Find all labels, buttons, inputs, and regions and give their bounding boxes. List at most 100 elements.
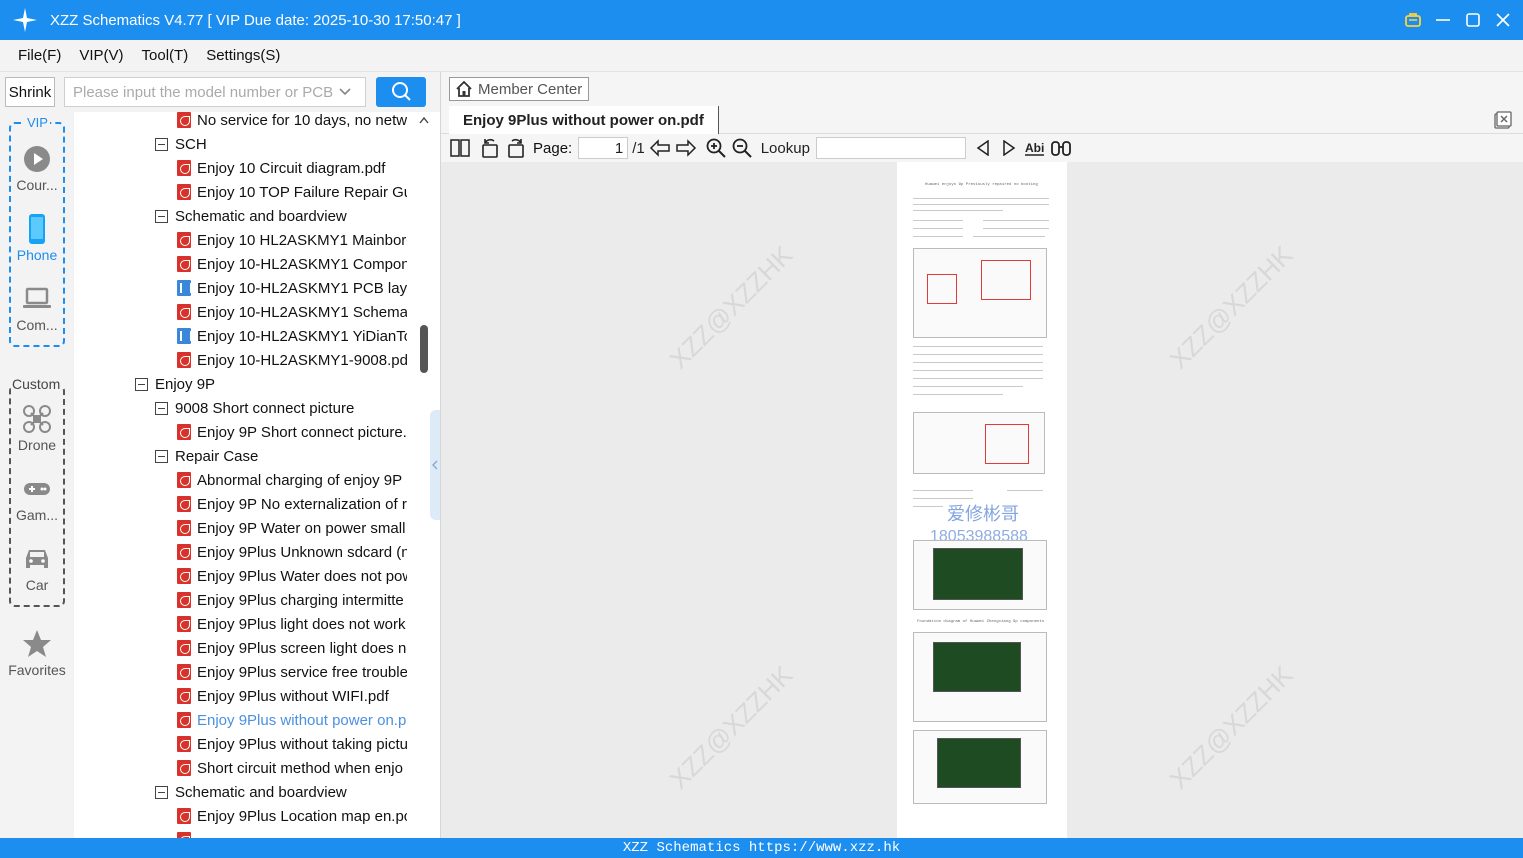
collapse-toggle-icon[interactable] [155,449,168,463]
tab-document[interactable]: Enjoy 9Plus without power on.pdf [449,106,719,134]
highlight-trace [985,424,1029,464]
text-line [913,386,1023,387]
pdf-file-icon [177,304,191,320]
maximize-icon[interactable] [1463,10,1483,30]
watermark-text: XZZ@XZZHK [1163,659,1299,795]
close-tab-icon[interactable] [1493,110,1513,130]
lookup-input[interactable] [815,137,966,159]
category-course[interactable]: Cour... [0,144,74,193]
member-center-button[interactable]: Member Center [449,77,589,101]
pcb-file-icon [177,328,192,344]
search-combobox[interactable] [64,77,366,107]
shrink-button[interactable]: Shrink [5,77,55,107]
tree-item[interactable]: No service for 10 days, no netwo [177,112,407,132]
binoculars-icon[interactable] [1050,137,1072,159]
find-next-icon[interactable] [998,137,1020,159]
tree-item[interactable]: Enjoy 9Plus light does not work [177,612,407,636]
highlight-trace [927,274,957,304]
tree-folder[interactable]: 9008 Short connect picture [155,396,354,420]
zoom-out-icon[interactable] [731,137,753,159]
tree-item[interactable]: Enjoy 9P Short connect picture. [177,420,407,444]
rotate-left-icon[interactable] [479,137,501,159]
tree-item-selected[interactable]: Enjoy 9Plus without power on.p [177,708,407,732]
tree-item[interactable]: Enjoy 9Plus charging intermitte [177,588,407,612]
tree-item[interactable]: Enjoy 9Plus Unknown sdcard (n [177,540,407,564]
category-game[interactable]: Gam... [0,474,74,523]
tree-item[interactable]: Enjoy 9Plus service free trouble [177,660,407,684]
two-page-view-icon[interactable] [449,137,471,159]
tree-item[interactable]: Enjoy 9Plus Water does not pow [177,564,407,588]
search-input[interactable] [65,83,333,101]
close-icon[interactable] [1493,10,1513,30]
tree-folder[interactable]: Schematic and boardview [155,204,347,228]
tree-item[interactable]: Abnormal charging of enjoy 9P [177,468,407,492]
tree-item[interactable]: Enjoy 9P Water on power small [177,516,407,540]
tree-item[interactable]: Enjoy 10-HL2ASKMY1 Schemati [177,300,407,324]
next-page-arrow-icon[interactable] [675,137,697,159]
tree-item[interactable]: Enjoy 9Plus screen light does no [177,636,407,660]
category-favorites[interactable]: Favorites [0,629,74,678]
tree-item[interactable]: Enjoy 10-HL2ASKMY1 YiDianTo [177,324,407,348]
category-car[interactable]: Car [0,544,74,593]
tree-item[interactable]: Enjoy 10-HL2ASKMY1-9008.pdf [177,348,407,372]
text-line [983,228,1049,229]
menu-settings[interactable]: Settings(S) [198,47,288,64]
collapse-toggle-icon[interactable] [155,209,168,223]
scroll-up-arrow-icon[interactable] [419,114,429,126]
page-number-input[interactable]: 1 [578,137,629,159]
tree-item-partial[interactable] [177,828,207,838]
zoom-in-icon[interactable] [705,137,727,159]
tree-item[interactable]: Short circuit method when enjo [177,756,407,780]
tree-item[interactable]: Enjoy 9Plus without taking pictu [177,732,407,756]
tree-item[interactable]: Enjoy 9P No externalization of r [177,492,407,516]
tree-folder[interactable]: Enjoy 9P [135,372,215,396]
tree-item[interactable]: Enjoy 10 TOP Failure Repair Gui [177,180,407,204]
tab-label: Enjoy 9Plus without power on.pdf [463,111,704,129]
category-drone[interactable]: Drone [0,404,74,453]
pdf-toolbar: Page: 1 /1 Lookup Abi [441,134,1523,162]
footer-text: XZZ Schematics https://www.xzz.hk [622,840,901,856]
tree-item[interactable]: Enjoy 10 HL2ASKMY1 Mainbord [177,228,407,252]
category-label: Favorites [8,662,66,678]
vip-badge-icon[interactable] [1403,10,1423,30]
text-line [913,210,1003,211]
watermark-text: XZZ@XZZHK [663,659,799,795]
pdf-file-icon [177,640,191,656]
figure-caption: Foundation diagram of Huawei Zhengxiang … [917,620,1045,624]
category-computer[interactable]: Com... [0,284,74,333]
tree-item[interactable]: Enjoy 9Plus without WIFI.pdf [177,684,407,708]
tree-item[interactable]: Enjoy 9Plus Location map en.pc [177,804,407,828]
category-phone[interactable]: Phone [0,214,74,263]
collapse-toggle-icon[interactable] [155,785,168,799]
text-line [913,198,1049,199]
pdf-file-icon [177,712,191,728]
tree-item[interactable]: Enjoy 10-HL2ASKMY1 Compone [177,252,407,276]
find-previous-icon[interactable] [972,137,994,159]
menu-file[interactable]: File(F) [10,47,69,64]
match-case-icon[interactable]: Abi [1024,137,1046,159]
pdf-file-icon [177,520,191,536]
tree-scrollbar-thumb[interactable] [420,325,428,373]
tree-item[interactable]: Enjoy 10-HL2ASKMY1 PCB layer [177,276,407,300]
chevron-down-icon[interactable] [333,87,357,97]
search-icon [391,81,411,104]
minimize-icon[interactable] [1433,10,1453,30]
previous-page-arrow-icon[interactable] [649,137,671,159]
collapse-toggle-icon[interactable] [155,401,168,415]
collapse-toggle-icon[interactable] [155,137,168,151]
menu-vip[interactable]: VIP(V) [71,47,131,64]
tree-folder[interactable]: SCH [155,132,207,156]
tree-folder[interactable]: Schematic and boardview [155,780,347,804]
search-button[interactable] [376,77,426,107]
tree-folder[interactable]: Repair Case [155,444,258,468]
collapse-toggle-icon[interactable] [135,377,148,391]
tree-item[interactable]: Enjoy 10 Circuit diagram.pdf [177,156,407,180]
laptop-icon [22,284,52,314]
tree-scrollbar[interactable] [418,112,430,838]
category-label: Car [25,577,49,593]
page-label: Page: [533,139,573,157]
panel-collapse-handle[interactable] [430,410,440,520]
menu-tool[interactable]: Tool(T) [134,47,197,64]
rotate-right-icon[interactable] [505,137,527,159]
pdf-viewer[interactable]: XZZ@XZZHK XZZ@XZZHK XZZ@XZZHK XZZ@XZZHK … [441,162,1523,838]
